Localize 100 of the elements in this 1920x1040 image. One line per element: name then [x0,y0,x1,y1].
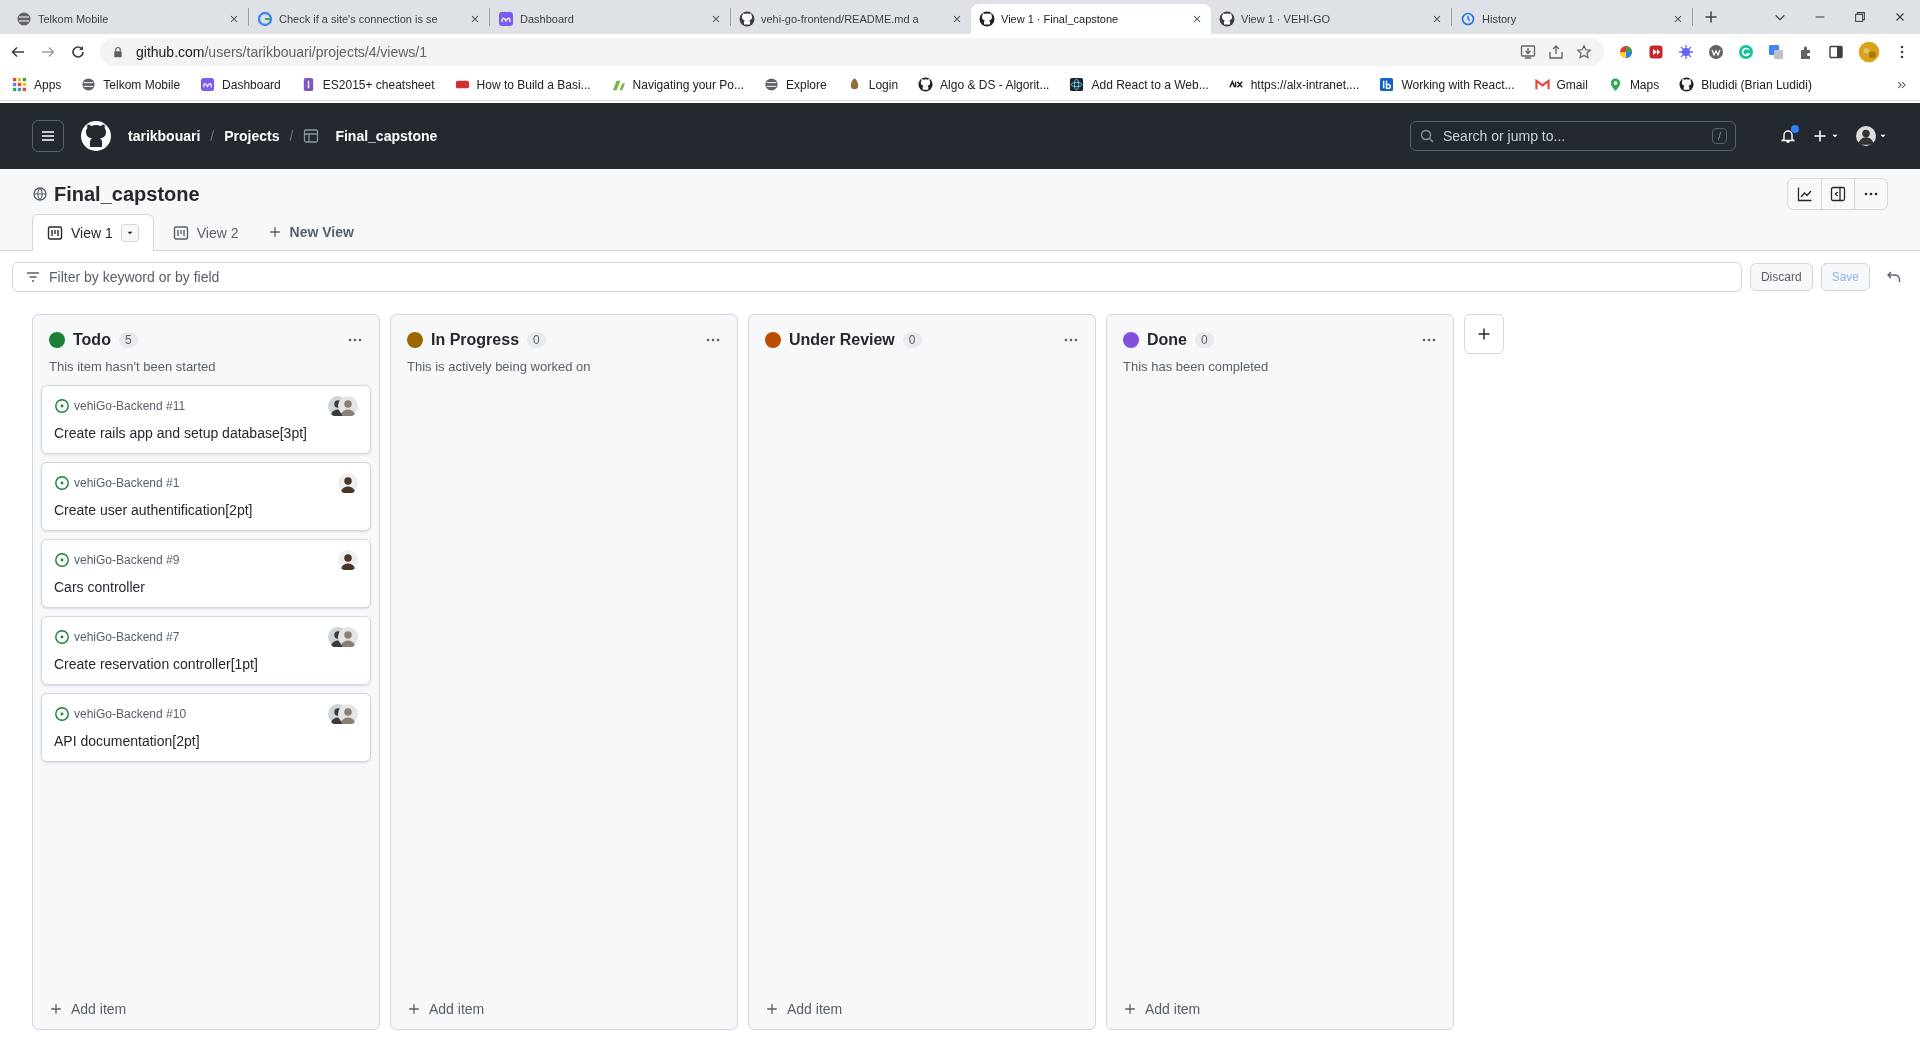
bookmark[interactable]: Dashboard [200,77,281,92]
site-icon [1460,11,1476,27]
browser-tab[interactable]: vehi-go-frontend/README.md a [731,4,971,34]
avatar-icon[interactable] [1858,40,1880,63]
repo-label: vehiGo-Backend #1 [74,476,180,490]
plus-icon [49,1002,63,1016]
plus-icon [267,225,282,239]
install-icon[interactable] [1520,43,1536,60]
site-icon [257,11,273,27]
translate-icon[interactable] [1768,43,1784,60]
star-icon[interactable] [1576,43,1592,60]
address-field[interactable]: github.com/users/tarikbouari/projects/4/views/1 [100,37,1604,66]
site-icon [1379,77,1395,92]
add-item-button[interactable]: Add item [757,989,1087,1029]
undo-icon[interactable] [1886,269,1902,285]
logo-icon[interactable] [80,120,112,152]
discard-button[interactable]: Discard [1749,263,1813,291]
site-icon [498,11,514,27]
column-description: This has been completed [1122,358,1270,375]
create-button[interactable] [1812,128,1840,144]
bookmark[interactable]: Maps [1607,77,1660,92]
filter-field[interactable]: Filter by keyword or by field [12,262,1742,292]
issue-card[interactable]: vehiGo-Backend #9 Cars controller [41,539,371,608]
browser-tab[interactable]: Dashboard [490,4,730,34]
browser-tab[interactable]: History [1452,4,1692,34]
issue-open-icon [54,475,70,491]
color-wheel-icon[interactable] [1618,43,1634,60]
bookmark[interactable]: Add React to a Web... [1069,77,1209,92]
breadcrumb-link[interactable]: Projects [224,128,280,144]
notification-button[interactable] [1780,128,1796,144]
bookmark[interactable]: Gmail [1534,77,1588,92]
url-text: github.com/users/tarikbouari/projects/4/views/1 [136,43,429,60]
restore-icon[interactable] [1853,10,1867,24]
count-badge: 5 [118,332,138,348]
add-item-button[interactable]: Add item [1115,989,1445,1029]
column-title: Under Review [789,331,895,349]
close-icon[interactable] [1431,13,1443,25]
search-field[interactable]: Search or jump to... / [1410,121,1736,151]
new-view-button[interactable]: New View [257,214,364,250]
close-icon[interactable] [710,13,722,25]
site-icon [12,77,27,92]
repo-label: vehiGo-Backend #9 [74,553,180,567]
add-item-button[interactable]: Add item [399,989,729,1029]
close-icon[interactable] [1191,13,1203,25]
count-badge: 0 [1195,332,1214,348]
close-icon[interactable] [469,13,481,25]
column-description: This item hasn't been started [48,358,217,375]
bookmark[interactable]: Explore [764,77,827,92]
bookmark[interactable]: Login [846,77,899,92]
bookmark[interactable]: https://alx-intranet.... [1228,77,1360,92]
view-tab[interactable]: View 2 [157,214,254,250]
bookmark[interactable]: Navigating your Po... [610,77,744,92]
menu-button[interactable] [32,120,64,152]
bookmark[interactable]: Telkom Mobile [81,77,181,92]
repo-label: vehiGo-Backend #11 [74,399,186,413]
add-item-button[interactable]: Add item [41,989,371,1029]
lock-icon [112,45,124,58]
view-tab[interactable]: View 1 [32,214,154,251]
bell-icon [1780,128,1796,144]
breadcrumb-link[interactable]: tarikbouari [128,128,201,144]
reload-icon[interactable] [70,43,86,60]
add-column-button[interactable] [1464,314,1504,354]
board-icon [47,225,63,241]
bookmark[interactable]: Working with React... [1379,77,1515,92]
column-title: Todo [73,331,111,349]
card-title: Create rails app and setup database[3pt] [54,425,308,441]
breadcrumb-separator: / [289,128,294,144]
site-icon [16,11,32,27]
browser-tab[interactable]: View 1 · Final_capstone [971,4,1211,34]
issue-card[interactable]: vehiGo-Backend #1 Create user authentification[2pt] [41,462,371,531]
issue-card[interactable]: vehiGo-Backend #10 API documentation[2pt] [41,693,371,762]
column-title: In Progress [431,331,520,349]
issue-card[interactable]: vehiGo-Backend #11 Create rails app and setup database[3pt] [41,385,371,454]
plus-icon [765,1002,779,1016]
browser-tab[interactable]: Telkom Mobile [8,4,248,34]
w-circle-icon[interactable] [1708,43,1724,60]
new-tab-icon[interactable] [1703,9,1719,25]
bookmark[interactable]: Apps [12,77,62,92]
fast-forward-icon[interactable] [1648,43,1664,60]
profile-button[interactable] [1856,126,1888,146]
close-icon[interactable] [228,13,240,25]
site-icon [739,11,755,27]
menu-icon [40,128,56,144]
bookmark[interactable]: How to Build a Basi... [454,77,591,92]
search-icon [1419,128,1435,144]
close-icon[interactable] [951,13,963,25]
plus-icon [1812,128,1828,144]
issue-card[interactable]: vehiGo-Backend #7 Create reservation controller[1pt] [41,616,371,685]
share-icon[interactable] [1548,43,1564,60]
close-icon[interactable] [1672,13,1684,25]
bookmark[interactable]: Bludidi (Brian Ludidi) [1679,77,1812,92]
browser-tab[interactable]: Check if a site's connection is se [249,4,489,34]
sparkle-icon[interactable] [1678,43,1694,60]
browser-tab[interactable]: View 1 · VEHI-GO [1211,4,1451,34]
side-panel-icon[interactable] [1828,43,1844,60]
breadcrumb-link[interactable]: Final_capstone [335,128,438,144]
bookmark[interactable]: ES2015+ cheatsheet [300,77,435,92]
card-title: Create reservation controller[1pt] [54,656,259,672]
count-badge: 0 [527,332,546,348]
bookmark[interactable]: Algo & DS - Algorit... [918,77,1050,92]
